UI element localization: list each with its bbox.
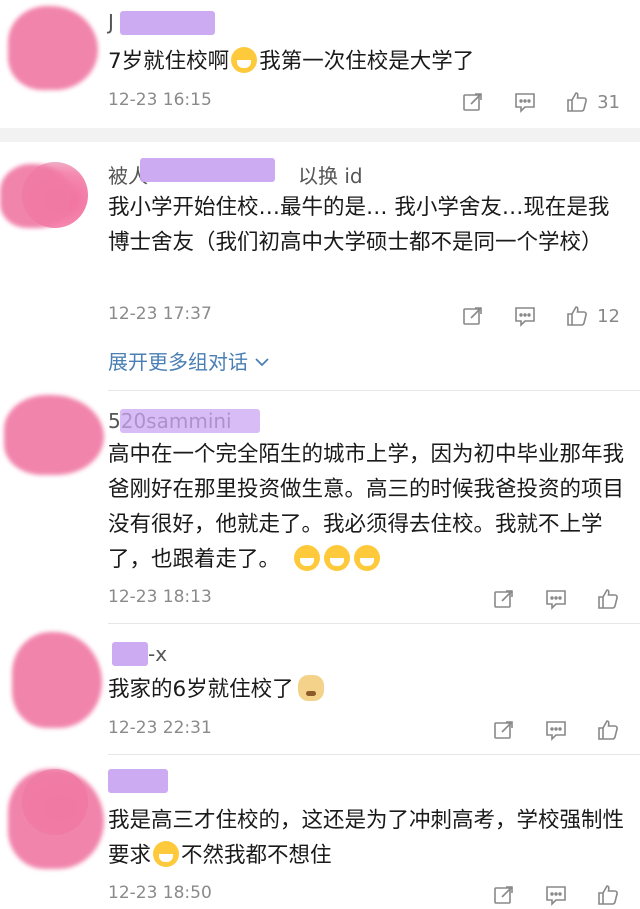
comment-text: 我是高三才住校的，这还是为了冲刺高考，学校强制性要求 不然我都不想住 bbox=[108, 808, 625, 868]
repost-icon bbox=[494, 590, 513, 608]
action-bar bbox=[464, 881, 620, 909]
doge-emoji bbox=[297, 675, 324, 701]
grin-emoji bbox=[354, 545, 381, 571]
avatar-redaction bbox=[8, 6, 98, 90]
like-count: 12 bbox=[597, 305, 620, 327]
avatar-redaction bbox=[8, 769, 104, 869]
thumbs-up-icon bbox=[598, 589, 618, 609]
avatar-redaction bbox=[4, 395, 104, 475]
repost-button[interactable] bbox=[492, 587, 516, 611]
like-button[interactable]: 12 bbox=[565, 304, 620, 328]
timestamp: 12-23 22:31 bbox=[108, 718, 212, 738]
repost-icon bbox=[463, 307, 482, 325]
username[interactable]: J bbox=[108, 10, 114, 34]
action-bar: 12 bbox=[433, 302, 620, 330]
like-button[interactable] bbox=[596, 718, 620, 742]
repost-icon bbox=[494, 721, 513, 739]
comment-button[interactable] bbox=[544, 587, 568, 611]
repost-icon bbox=[463, 93, 482, 111]
section-divider bbox=[0, 128, 640, 142]
repost-button[interactable] bbox=[492, 718, 516, 742]
action-bar: 31 bbox=[433, 88, 620, 116]
comment-icon bbox=[546, 886, 566, 906]
timestamp: 12-23 16:15 bbox=[108, 90, 212, 110]
comment-3: 520sammini 高中在一个完全陌生的城市上学，因为初中毕业那年我爸刚好在那… bbox=[0, 391, 640, 623]
comment-icon bbox=[515, 307, 535, 327]
username-redaction bbox=[120, 409, 260, 433]
comment-meta: 12-23 18:50 bbox=[108, 881, 620, 909]
thumbs-up-icon bbox=[598, 885, 618, 905]
comment-1: J 7岁就住校啊 我第一次住校是大学了 12-23 16:15 31 bbox=[0, 0, 640, 128]
chevron-down-icon bbox=[255, 358, 269, 367]
comment-5: 我是高三才住校的，这还是为了冲刺高考，学校强制性要求 不然我都不想住 12-23 … bbox=[0, 755, 640, 907]
repost-button[interactable] bbox=[461, 304, 485, 328]
timestamp: 12-23 18:13 bbox=[108, 587, 212, 607]
comment-icon bbox=[546, 721, 566, 741]
thumbs-up-icon bbox=[598, 720, 618, 740]
comment-meta: 12-23 17:37 12 bbox=[108, 302, 620, 330]
expand-replies-link[interactable]: 展开更多组对话 bbox=[108, 346, 270, 375]
crying-emoji bbox=[153, 841, 180, 867]
username-redaction bbox=[112, 642, 148, 666]
thumbs-up-icon bbox=[567, 306, 588, 326]
laugh-cry-emoji bbox=[231, 47, 258, 73]
comment-icon bbox=[515, 93, 535, 113]
grin-emoji bbox=[294, 545, 321, 571]
username-redaction bbox=[140, 158, 275, 182]
comment-4: -x 我家的6岁就住校了 12-23 22:31 bbox=[0, 624, 640, 754]
comment-button[interactable] bbox=[513, 90, 537, 114]
avatar-redaction bbox=[12, 632, 102, 728]
comment-button[interactable] bbox=[544, 718, 568, 742]
username-redaction bbox=[108, 769, 168, 793]
comment-button[interactable] bbox=[544, 883, 568, 907]
grin-emoji bbox=[324, 545, 351, 571]
comment-text: 我家的6岁就住校了 bbox=[108, 672, 628, 707]
timestamp: 12-23 18:50 bbox=[108, 883, 212, 903]
repost-button[interactable] bbox=[492, 883, 516, 907]
comment-2: 被人 以换 id 我小学开始住校…最牛的是… 我小学舍友…现在是我博士舍友（我们初… bbox=[0, 142, 640, 390]
timestamp: 12-23 17:37 bbox=[108, 304, 212, 324]
like-button[interactable] bbox=[596, 883, 620, 907]
action-bar bbox=[464, 716, 620, 744]
like-button[interactable]: 31 bbox=[565, 90, 620, 114]
comment-text: 高中在一个完全陌生的城市上学，因为初中毕业那年我爸刚好在那里投资做生意。高三的时… bbox=[108, 442, 625, 572]
comment-meta: 12-23 16:15 31 bbox=[108, 88, 620, 116]
action-bar bbox=[464, 585, 620, 613]
comment-icon bbox=[546, 590, 566, 610]
comment-text: 我小学开始住校…最牛的是… 我小学舍友…现在是我博士舍友（我们初高中大学硕士都不… bbox=[108, 195, 610, 255]
avatar-redaction bbox=[0, 164, 72, 228]
repost-button[interactable] bbox=[461, 90, 485, 114]
like-button[interactable] bbox=[596, 587, 620, 611]
thumbs-up-icon bbox=[567, 92, 588, 112]
comment-text: 7岁就住校啊 我第一次住校是大学了 bbox=[108, 47, 475, 74]
comment-button[interactable] bbox=[513, 304, 537, 328]
like-count: 31 bbox=[597, 91, 620, 113]
repost-icon bbox=[494, 886, 513, 904]
username-redaction bbox=[120, 11, 215, 35]
comment-meta: 12-23 22:31 bbox=[108, 716, 620, 744]
comment-meta: 12-23 18:13 bbox=[108, 585, 620, 613]
